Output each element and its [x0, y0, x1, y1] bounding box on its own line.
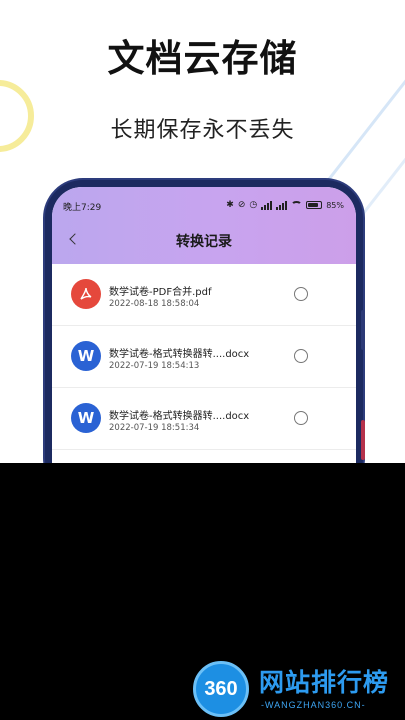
- alarm-off-icon: ⊘: [237, 200, 246, 210]
- status-icons: ✱ ⊘ ◷ 85%: [226, 200, 344, 210]
- watermark-url: -WANGZHAN360.CN-: [261, 700, 366, 710]
- word-icon: W: [71, 403, 101, 433]
- alarm-icon: ◷: [249, 200, 258, 210]
- file-name: 数学试卷-格式转换器转....docx: [109, 411, 250, 422]
- word-icon: W: [71, 341, 101, 371]
- battery-icon: [306, 201, 323, 209]
- select-radio[interactable]: [294, 411, 308, 425]
- file-date: 2022-07-19 18:51:34: [109, 423, 200, 433]
- phone-screen: 晚上7:29 ✱ ⊘ ◷ 85% 转换记录 数学试卷-PDF合并.pdf 202…: [52, 187, 356, 463]
- status-bar: 晚上7:29 ✱ ⊘ ◷ 85%: [52, 200, 356, 214]
- file-name: 数学试卷-PDF合并.pdf: [109, 287, 212, 298]
- select-radio[interactable]: [294, 287, 308, 301]
- file-list: 数学试卷-PDF合并.pdf 2022-08-18 18:58:04 W 数学试…: [52, 264, 356, 450]
- list-item[interactable]: W 数学试卷-格式转换器转....docx 2022-07-19 18:51:3…: [52, 388, 356, 450]
- app-header: 晚上7:29 ✱ ⊘ ◷ 85% 转换记录: [52, 187, 356, 264]
- promo-headline: 文档云存储: [107, 37, 298, 80]
- select-radio[interactable]: [294, 349, 308, 363]
- watermark-badge: 360: [193, 661, 249, 717]
- watermark-name: 网站排行榜: [259, 668, 390, 697]
- file-name: 数学试卷-格式转换器转....docx: [109, 349, 250, 360]
- battery-level: 85%: [326, 200, 344, 210]
- list-item[interactable]: 数学试卷-PDF合并.pdf 2022-08-18 18:58:04: [52, 264, 356, 326]
- promo-panel: 文档云存储 长期保存永不丢失 晚上7:29 ✱ ⊘ ◷ 85% 转换记录 数学试…: [0, 0, 405, 463]
- file-date: 2022-08-18 18:58:04: [109, 299, 200, 309]
- pdf-icon: [71, 279, 101, 309]
- page-title: 转换记录: [176, 234, 232, 250]
- watermark-logo: 360 网站排行榜 -WANGZHAN360.CN-: [185, 657, 405, 720]
- wifi-icon: [291, 201, 303, 209]
- status-time: 晚上7:29: [63, 203, 102, 213]
- phone-side-button: [361, 310, 365, 350]
- file-date: 2022-07-19 18:54:13: [109, 361, 200, 371]
- list-item[interactable]: W 数学试卷-格式转换器转....docx 2022-07-19 18:54:1…: [52, 326, 356, 388]
- signal-icon: [261, 200, 273, 210]
- promo-subline: 长期保存永不丢失: [110, 118, 295, 143]
- phone-side-button: [361, 420, 365, 460]
- bluetooth-icon: ✱: [226, 200, 234, 210]
- signal-icon: [276, 200, 288, 210]
